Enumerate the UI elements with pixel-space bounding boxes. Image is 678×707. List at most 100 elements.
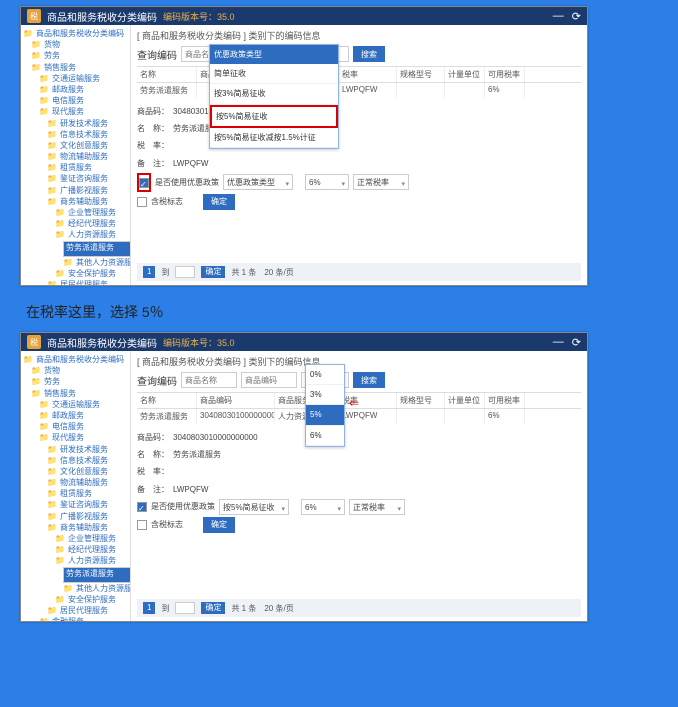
tree-root[interactable]: 商品和服务税收分类编码 xyxy=(36,28,124,39)
normal-rate-select[interactable]: 正常税率 ▾ xyxy=(349,499,405,515)
tax-rate-select[interactable]: 6% ▾ xyxy=(301,499,345,515)
confirm-button[interactable]: 确定 xyxy=(203,194,235,210)
tree-node[interactable]: 货物 xyxy=(44,39,60,50)
use-preferential-checkbox[interactable] xyxy=(139,178,149,188)
tree-node[interactable]: 现代服务 xyxy=(52,432,84,443)
titlebar[interactable]: 税 商品和服务税收分类编码 编码版本号：35.0 — ⟳ xyxy=(21,333,587,351)
tree-node[interactable]: 商务辅助服务 xyxy=(60,196,108,207)
page-go-button[interactable]: 确定 xyxy=(201,602,225,614)
tree-node[interactable]: 广播影视服务 xyxy=(60,511,108,522)
search-button[interactable]: 搜索 xyxy=(353,46,385,62)
folder-icon xyxy=(47,140,58,151)
arrow-annotation-icon: ⇐ xyxy=(349,392,359,415)
use-preferential-checkbox[interactable] xyxy=(137,502,147,512)
tree-node[interactable]: 其他人力资源服务 xyxy=(76,257,131,268)
dropdown-option-selected[interactable]: 5% xyxy=(306,405,344,425)
policy-type-dropdown[interactable]: 优惠政策类型 简单征收 按3%简易征收 按5%简易征收 按5%简易征收减按1.5… xyxy=(209,44,339,149)
tree-node[interactable]: 信息技术服务 xyxy=(60,455,108,466)
tree-node[interactable]: 物流辅助服务 xyxy=(60,151,108,162)
tree-node-selected[interactable]: 劳务派遣服务 xyxy=(63,567,131,583)
dropdown-option[interactable]: 按3%简易征收 xyxy=(210,84,338,104)
table-row[interactable]: 劳务派遣服务 人力资源服务 LWPQFW 6% xyxy=(137,83,581,98)
tree-node[interactable]: 研发技术服务 xyxy=(60,444,108,455)
tree-node[interactable]: 研发技术服务 xyxy=(60,118,108,129)
tax-rate-dropdown[interactable]: 0% 3% 5% 6% xyxy=(305,364,345,447)
search-name-input[interactable] xyxy=(181,372,237,388)
tree-node[interactable]: 劳务 xyxy=(44,50,60,61)
table-header: 名称 商品编码 商品服务名称 税率 规格型号 计量单位 可用税率 xyxy=(137,66,581,83)
search-code-input[interactable] xyxy=(241,372,297,388)
tree-node[interactable]: 租赁服务 xyxy=(60,162,92,173)
normal-rate-select[interactable]: 正常税率 ▾ xyxy=(353,174,409,190)
tree-node[interactable]: 人力资源服务 xyxy=(68,229,116,240)
tree-node[interactable]: 交通运输服务 xyxy=(52,399,100,410)
tree-node-selected[interactable]: 劳务派遣服务 xyxy=(63,241,131,257)
chevron-down-icon: ▾ xyxy=(401,178,405,191)
normal-rate-value: 正常税率 xyxy=(357,178,389,187)
folder-icon xyxy=(55,229,66,240)
category-tree[interactable]: 商品和服务税收分类编码 货物 劳务 销售服务 交通运输服务 邮政服务 电信服务 … xyxy=(21,25,131,285)
window-refresh-button[interactable]: ⟳ xyxy=(572,10,581,23)
page-input[interactable] xyxy=(175,602,195,614)
dropdown-option[interactable]: 3% xyxy=(306,385,344,405)
window-min-button[interactable]: — xyxy=(553,336,564,349)
tax-flag-label: 含税标志 xyxy=(151,517,183,532)
tree-node[interactable]: 电信服务 xyxy=(52,421,84,432)
dropdown-option[interactable]: 6% xyxy=(306,426,344,446)
app-logo: 税 xyxy=(27,9,41,23)
tree-node[interactable]: 文化创意服务 xyxy=(60,466,108,477)
page-current[interactable]: 1 xyxy=(143,602,155,614)
policy-type-select[interactable]: 优惠政策类型 ▾ xyxy=(223,174,293,190)
normal-rate-value: 正常税率 xyxy=(353,503,385,512)
policy-type-select[interactable]: 按5%简易征收 ▾ xyxy=(219,499,289,515)
tree-node[interactable]: 企业管理服务 xyxy=(68,533,116,544)
window-min-button[interactable]: — xyxy=(553,10,564,23)
tree-node[interactable]: 广播影视服务 xyxy=(60,185,108,196)
tree-node[interactable]: 安全保护服务 xyxy=(68,268,116,279)
tree-root[interactable]: 商品和服务税收分类编码 xyxy=(36,354,124,365)
page-current[interactable]: 1 xyxy=(143,266,155,278)
tree-node[interactable]: 鉴证咨询服务 xyxy=(60,173,108,184)
tree-node[interactable]: 信息技术服务 xyxy=(60,129,108,140)
tax-flag-checkbox[interactable] xyxy=(137,197,147,207)
th-spec: 规格型号 xyxy=(397,393,445,408)
tree-node[interactable]: 其他人力资源服务 xyxy=(76,583,131,594)
dropdown-option[interactable]: 按5%简易征收减按1.5%计征 xyxy=(210,128,338,148)
tree-node[interactable]: 电信服务 xyxy=(52,95,84,106)
window-refresh-button[interactable]: ⟳ xyxy=(572,336,581,349)
tree-node[interactable]: 现代服务 xyxy=(52,106,84,117)
search-button[interactable]: 搜索 xyxy=(353,372,385,388)
page-input[interactable] xyxy=(175,266,195,278)
tax-flag-checkbox[interactable] xyxy=(137,520,147,530)
dropdown-option-highlighted[interactable]: 按5%简易征收 xyxy=(210,105,338,128)
dropdown-option[interactable]: 简单征收 xyxy=(210,64,338,84)
folder-icon xyxy=(31,62,42,73)
tree-node[interactable]: 租赁服务 xyxy=(60,488,92,499)
tree-node[interactable]: 居民代理服务 xyxy=(60,279,108,285)
dropdown-option[interactable]: 0% xyxy=(306,365,344,385)
page-go-button[interactable]: 确定 xyxy=(201,266,225,278)
tree-node[interactable]: 居民代理服务 xyxy=(60,605,108,616)
tree-node[interactable]: 鉴证咨询服务 xyxy=(60,499,108,510)
titlebar[interactable]: 税 商品和服务税收分类编码 编码版本号：35.0 — ⟳ xyxy=(21,7,587,25)
category-tree[interactable]: 商品和服务税收分类编码 货物 劳务 销售服务 交通运输服务 邮政服务 电信服务 … xyxy=(21,351,131,621)
tree-node[interactable]: 劳务 xyxy=(44,376,60,387)
tax-rate-select[interactable]: 6% ▾ xyxy=(305,174,349,190)
tree-node[interactable]: 货物 xyxy=(44,365,60,376)
tree-node[interactable]: 商务辅助服务 xyxy=(60,522,108,533)
tree-node[interactable]: 经纪代理服务 xyxy=(68,544,116,555)
tree-node[interactable]: 物流辅助服务 xyxy=(60,477,108,488)
tree-node[interactable]: 销售服务 xyxy=(44,62,76,73)
tree-node[interactable]: 交通运输服务 xyxy=(52,73,100,84)
tree-node[interactable]: 邮政服务 xyxy=(52,84,84,95)
tree-node[interactable]: 邮政服务 xyxy=(52,410,84,421)
confirm-button[interactable]: 确定 xyxy=(203,517,235,533)
tree-node[interactable]: 文化创意服务 xyxy=(60,140,108,151)
tree-node[interactable]: 经纪代理服务 xyxy=(68,218,116,229)
tree-node[interactable]: 人力资源服务 xyxy=(68,555,116,566)
folder-icon xyxy=(39,84,50,95)
tree-node[interactable]: 金融服务 xyxy=(52,616,84,621)
tree-node[interactable]: 企业管理服务 xyxy=(68,207,116,218)
tree-node[interactable]: 销售服务 xyxy=(44,388,76,399)
tree-node[interactable]: 安全保护服务 xyxy=(68,594,116,605)
